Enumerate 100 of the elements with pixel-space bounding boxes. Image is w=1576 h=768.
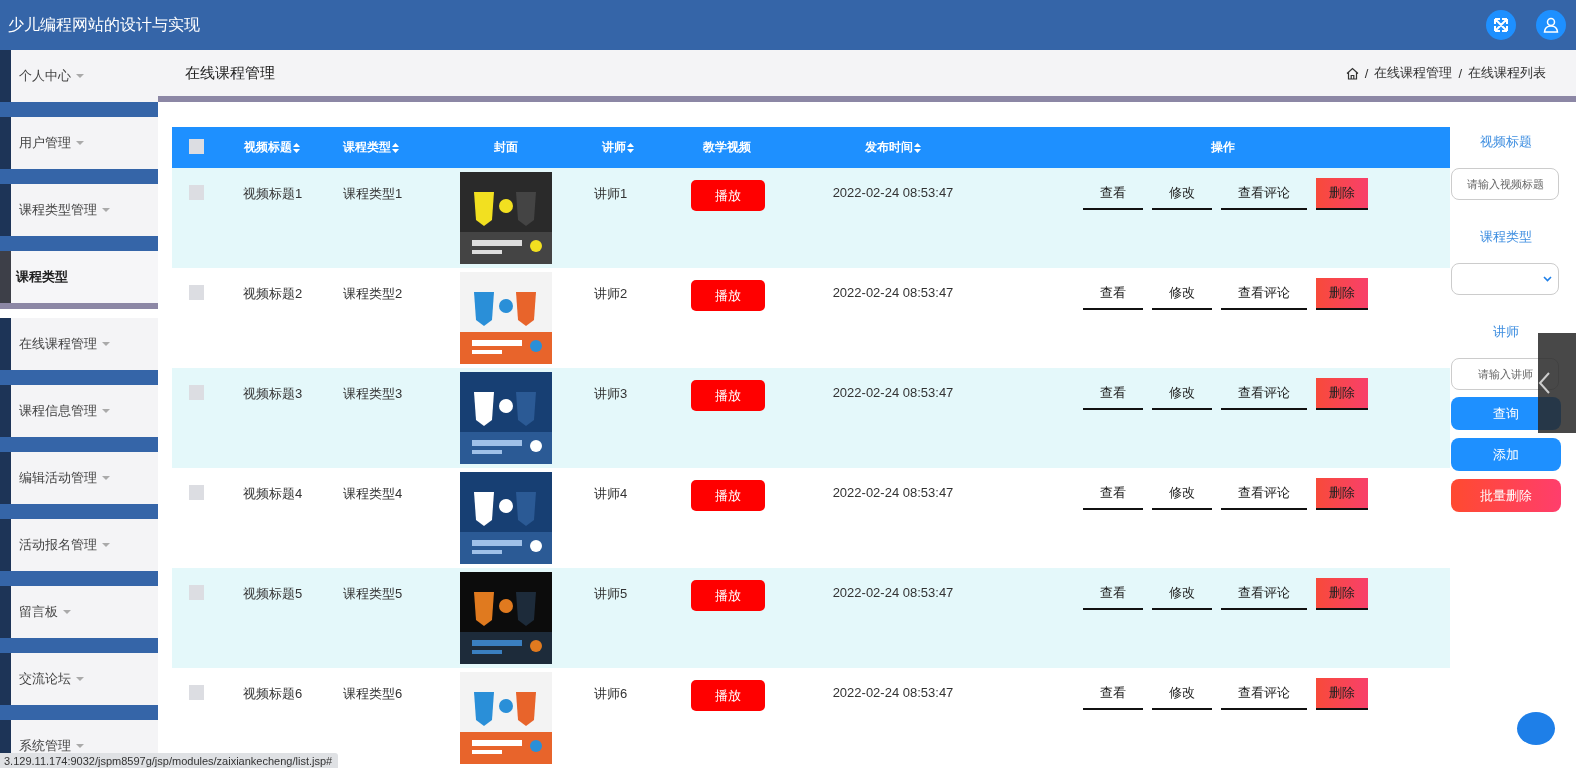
- delete-button[interactable]: 删除: [1316, 278, 1368, 310]
- table-cell: 视频标题4: [243, 486, 303, 501]
- table-cell: 课程类型5: [343, 586, 403, 601]
- view-button[interactable]: 查看: [1083, 278, 1143, 310]
- sidebar-item[interactable]: 用户管理: [0, 117, 158, 169]
- play-button[interactable]: 播放: [691, 680, 765, 711]
- edit-button[interactable]: 修改: [1152, 378, 1212, 410]
- table-cell: 2022-02-24 08:53:47: [832, 185, 954, 200]
- play-button[interactable]: 播放: [691, 480, 765, 511]
- table-cell: 讲师1: [594, 186, 628, 201]
- edit-button[interactable]: 修改: [1152, 478, 1212, 510]
- side-menu[interactable]: [1538, 333, 1576, 433]
- play-button[interactable]: 播放: [691, 380, 765, 411]
- view-button[interactable]: 查看: [1083, 478, 1143, 510]
- row-checkbox[interactable]: [189, 685, 204, 700]
- view-button[interactable]: 查看: [1083, 678, 1143, 710]
- fullscreen-button[interactable]: [1486, 10, 1516, 40]
- select-field[interactable]: [1451, 263, 1559, 295]
- delete-button[interactable]: 删除: [1316, 178, 1368, 210]
- table-cell: 视频标题2: [243, 286, 303, 301]
- view-button[interactable]: 查看: [1083, 178, 1143, 210]
- view-button[interactable]: 查看: [1083, 578, 1143, 610]
- table-cell: 视频标题5: [243, 586, 303, 601]
- table-cell: 2022-02-24 08:53:47: [832, 285, 954, 300]
- breadcrumb-separator: /: [1458, 65, 1462, 81]
- row-checkbox[interactable]: [189, 185, 204, 200]
- sidebar-item[interactable]: 留言板: [0, 586, 158, 638]
- caret-icon: [76, 677, 84, 681]
- table-cell: 讲师6: [594, 686, 628, 701]
- select-all-checkbox[interactable]: [189, 138, 204, 154]
- caret-icon: [76, 141, 84, 145]
- table-cell: 课程类型2: [343, 286, 403, 301]
- sort-icon[interactable]: [914, 142, 921, 153]
- sidebar-item[interactable]: 课程类型管理: [0, 184, 158, 236]
- home-icon[interactable]: [1345, 66, 1359, 80]
- sidebar-item[interactable]: 个人中心: [0, 50, 158, 102]
- expand-arrows-icon: [1493, 17, 1509, 33]
- table-cell: 讲师2: [594, 286, 628, 301]
- table-cell: 课程类型6: [343, 686, 403, 701]
- delete-button[interactable]: 删除: [1316, 678, 1368, 710]
- chevron-down-icon: [1543, 276, 1552, 282]
- app-title: 少儿编程网站的设计与实现: [8, 14, 201, 35]
- sort-icon[interactable]: [293, 142, 300, 153]
- user-button[interactable]: [1536, 10, 1566, 40]
- table-cell: 课程类型4: [343, 486, 403, 501]
- table-cell: 视频标题1: [243, 186, 303, 201]
- comments-button[interactable]: 查看评论: [1221, 478, 1307, 510]
- breadcrumb-item[interactable]: 在线课程列表: [1468, 64, 1546, 83]
- row-checkbox[interactable]: [189, 285, 204, 300]
- view-button[interactable]: 查看: [1083, 378, 1143, 410]
- sidebar-item[interactable]: 课程类型: [0, 251, 158, 303]
- row-checkbox[interactable]: [189, 585, 204, 600]
- play-button[interactable]: 播放: [691, 280, 765, 311]
- table-cell: 课程类型1: [343, 186, 403, 201]
- edit-button[interactable]: 修改: [1152, 278, 1212, 310]
- caret-icon: [102, 208, 110, 212]
- table-cell: 课程类型3: [343, 386, 403, 401]
- caret-icon: [102, 476, 110, 480]
- row-checkbox[interactable]: [189, 385, 204, 400]
- table-cell: 2022-02-24 08:53:47: [832, 385, 954, 400]
- caret-icon: [63, 610, 71, 614]
- table-cell: 讲师4: [594, 486, 628, 501]
- caret-icon: [76, 744, 84, 748]
- edit-button[interactable]: 修改: [1152, 178, 1212, 210]
- breadcrumb-item[interactable]: 在线课程管理: [1374, 64, 1453, 83]
- comments-button[interactable]: 查看评论: [1221, 378, 1307, 410]
- play-button[interactable]: 播放: [691, 580, 765, 611]
- delete-button[interactable]: 删除: [1316, 478, 1368, 510]
- delete-button[interactable]: 删除: [1316, 378, 1368, 410]
- sidebar-item[interactable]: 交流论坛: [0, 653, 158, 705]
- user-icon: [1543, 17, 1559, 33]
- chevron-left-icon: [1538, 371, 1550, 395]
- delete-button[interactable]: 删除: [1316, 578, 1368, 610]
- table-cell: 2022-02-24 08:53:47: [832, 685, 954, 700]
- back-to-top-button[interactable]: [1517, 712, 1555, 745]
- caret-icon: [102, 409, 110, 413]
- comments-button[interactable]: 查看评论: [1221, 278, 1307, 310]
- sidebar-item[interactable]: 编辑活动管理: [0, 452, 158, 504]
- field-label: 视频标题: [1479, 133, 1533, 151]
- sidebar-item[interactable]: 课程信息管理: [0, 385, 158, 437]
- comments-button[interactable]: 查看评论: [1221, 678, 1307, 710]
- sort-icon[interactable]: [627, 142, 634, 153]
- caret-icon: [102, 543, 110, 547]
- edit-button[interactable]: 修改: [1152, 578, 1212, 610]
- page-title: 在线课程管理: [185, 63, 276, 83]
- input-field[interactable]: 请输入视频标题: [1451, 168, 1559, 200]
- edit-button[interactable]: 修改: [1152, 678, 1212, 710]
- table-cell: 讲师5: [594, 586, 628, 601]
- table-cell: 2022-02-24 08:53:47: [832, 585, 954, 600]
- comments-button[interactable]: 查看评论: [1221, 178, 1307, 210]
- sidebar-item[interactable]: 在线课程管理: [0, 318, 158, 370]
- url-tooltip: 3.129.11.174:9032/jspm8597g/jsp/modules/zaixiankecheng/list.jsp#: [0, 753, 339, 768]
- comments-button[interactable]: 查看评论: [1221, 578, 1307, 610]
- sort-icon[interactable]: [392, 142, 399, 153]
- breadcrumb-separator: /: [1364, 65, 1369, 81]
- column-header: 教学视频: [703, 139, 751, 156]
- play-button[interactable]: 播放: [691, 180, 765, 211]
- sidebar-item[interactable]: 活动报名管理: [0, 519, 158, 571]
- caret-icon: [102, 342, 110, 346]
- row-checkbox[interactable]: [189, 485, 204, 500]
